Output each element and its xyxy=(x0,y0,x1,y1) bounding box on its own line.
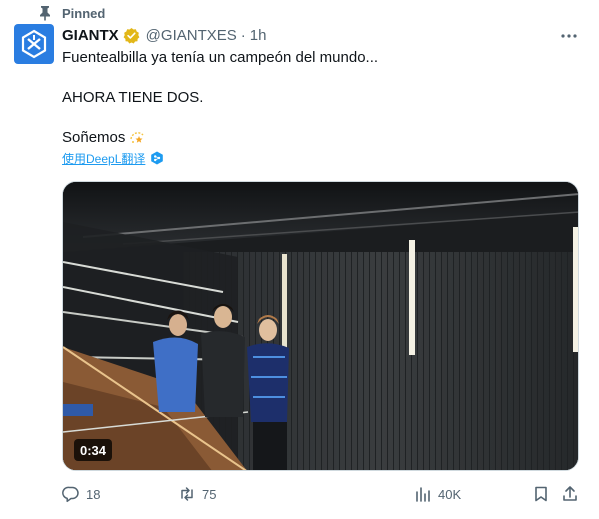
avatar[interactable] xyxy=(14,24,54,64)
tweet-text-line-3-text: Soñemos xyxy=(62,129,126,146)
video-duration-badge: 0:34 xyxy=(74,439,113,461)
pinned-indicator: Pinned xyxy=(38,4,105,22)
tweet-text-line-2: AHORA TIENE DOS. xyxy=(62,89,204,106)
translate-link[interactable]: 使用DeepL翻译 xyxy=(62,150,145,167)
author-handle[interactable]: @GIANTXES xyxy=(146,27,237,44)
separator-dot: · xyxy=(240,26,246,44)
reply-count: 18 xyxy=(86,486,101,502)
views-chart-icon xyxy=(416,487,430,502)
tweet-text-line-1: Fuentealbilla ya tenía un campeón del mu… xyxy=(62,49,379,66)
deepl-icon[interactable] xyxy=(150,151,164,165)
pinned-label: Pinned xyxy=(62,5,106,21)
sparkle-emoji xyxy=(128,129,146,147)
post-time[interactable]: 1h xyxy=(250,27,267,44)
more-dots-icon xyxy=(561,34,577,38)
video-player[interactable]: 0:34 xyxy=(62,181,579,471)
share-button[interactable] xyxy=(561,484,579,504)
verified-badge-icon[interactable] xyxy=(123,27,140,44)
display-name[interactable]: GIANTX xyxy=(62,27,119,44)
more-options-button[interactable] xyxy=(557,26,581,46)
reply-button[interactable]: 18 xyxy=(62,484,100,504)
retweet-count: 75 xyxy=(202,486,217,502)
reply-icon xyxy=(62,486,79,503)
retweet-icon xyxy=(181,487,193,501)
views-button[interactable]: 40K xyxy=(414,484,461,504)
tweet-header: GIANTX @GIANTXES · 1h xyxy=(62,26,266,44)
bookmark-icon xyxy=(535,486,547,502)
tweet-text-line-3: Soñemos xyxy=(62,128,146,148)
share-icon xyxy=(563,486,577,501)
translate-row: 使用DeepL翻译 xyxy=(62,150,164,166)
bookmark-button[interactable] xyxy=(532,484,550,504)
giantx-logo-icon xyxy=(21,29,47,59)
views-count: 40K xyxy=(438,486,462,502)
pin-icon xyxy=(38,5,52,21)
action-bar: 18 75 40K xyxy=(62,484,582,504)
retweet-button[interactable]: 75 xyxy=(178,484,216,504)
video-thumbnail xyxy=(63,182,578,470)
